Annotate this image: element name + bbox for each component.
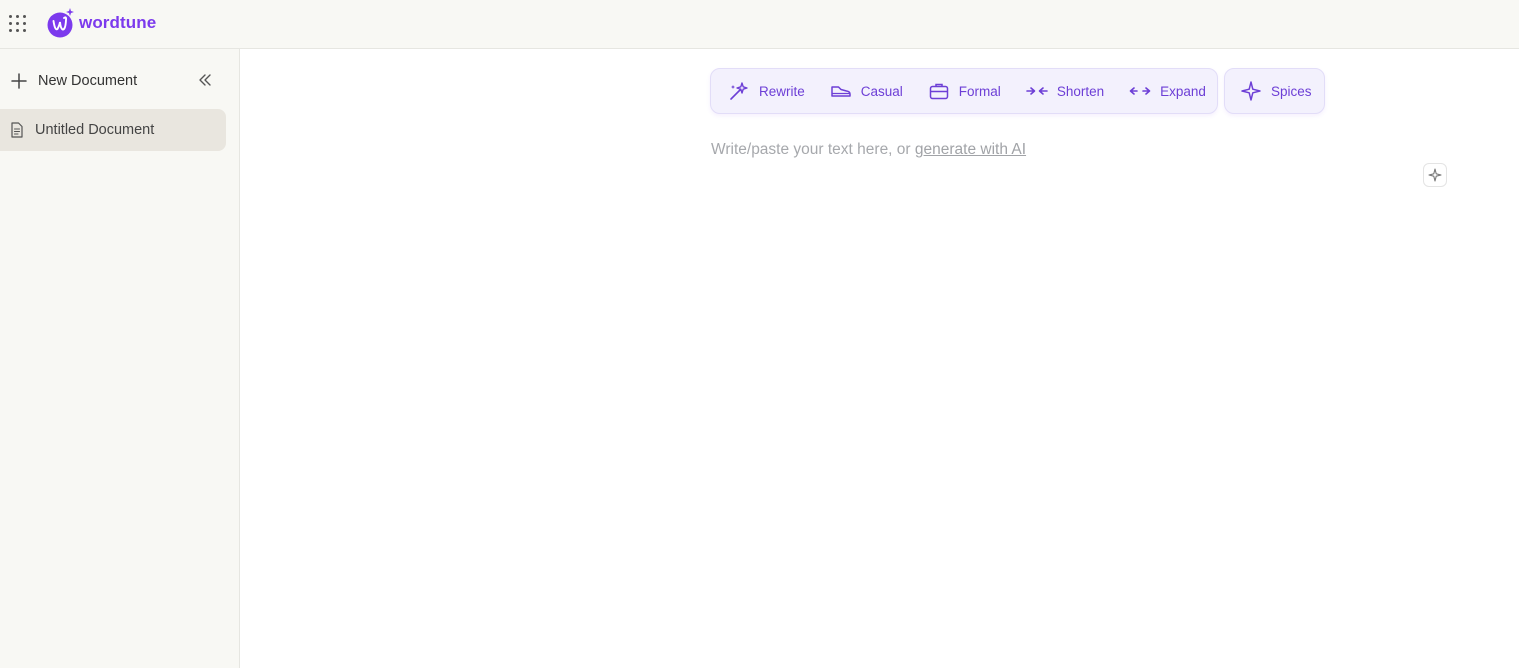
wordtune-logo-icon [47, 8, 74, 38]
expand-button[interactable]: Expand [1129, 69, 1206, 113]
shorten-button[interactable]: Shorten [1026, 69, 1104, 113]
sidebar: New Document Untitled Document [0, 49, 240, 668]
casual-button[interactable]: Casual [830, 69, 903, 113]
arrows-outward-icon [1129, 87, 1151, 95]
rewrite-button[interactable]: Rewrite [728, 69, 805, 113]
sidebar-item-untitled-document[interactable]: Untitled Document [0, 109, 226, 151]
rewrite-toolbar: Rewrite Casual Formal Shorten Expand [710, 68, 1218, 114]
new-document-button[interactable]: New Document [10, 69, 137, 93]
new-document-label: New Document [38, 73, 138, 89]
formal-label: Formal [958, 83, 1001, 99]
rewrite-label: Rewrite [759, 83, 805, 99]
sparkle-icon [1428, 168, 1442, 182]
spices-button[interactable]: Spices [1224, 68, 1325, 114]
generate-with-ai-link[interactable]: generate with AI [915, 141, 1026, 158]
apps-grid-icon[interactable] [8, 14, 28, 34]
plus-icon [11, 73, 27, 89]
shorten-label: Shorten [1056, 83, 1105, 99]
spices-label: Spices [1271, 83, 1312, 99]
editor-placeholder[interactable]: Write/paste your text here, or generate … [711, 141, 1026, 159]
formal-button[interactable]: Formal [928, 69, 1001, 113]
document-icon [11, 122, 23, 138]
arrows-inward-icon [1026, 87, 1048, 95]
wordtune-logo[interactable]: wordtune [47, 6, 156, 40]
sneaker-icon [831, 86, 851, 97]
document-title: Untitled Document [35, 122, 155, 138]
expand-label: Expand [1160, 83, 1206, 99]
ai-assist-button[interactable] [1423, 163, 1447, 187]
briefcase-icon [929, 83, 949, 100]
sparkle-pen-icon [730, 82, 748, 100]
placeholder-text: Write/paste your text here, or [711, 141, 915, 158]
brand-name: wordtune [79, 13, 157, 32]
top-bar: wordtune [0, 0, 1519, 49]
collapse-sidebar-icon[interactable] [196, 71, 214, 89]
sparkle-icon [1241, 81, 1261, 101]
casual-label: Casual [860, 83, 903, 99]
